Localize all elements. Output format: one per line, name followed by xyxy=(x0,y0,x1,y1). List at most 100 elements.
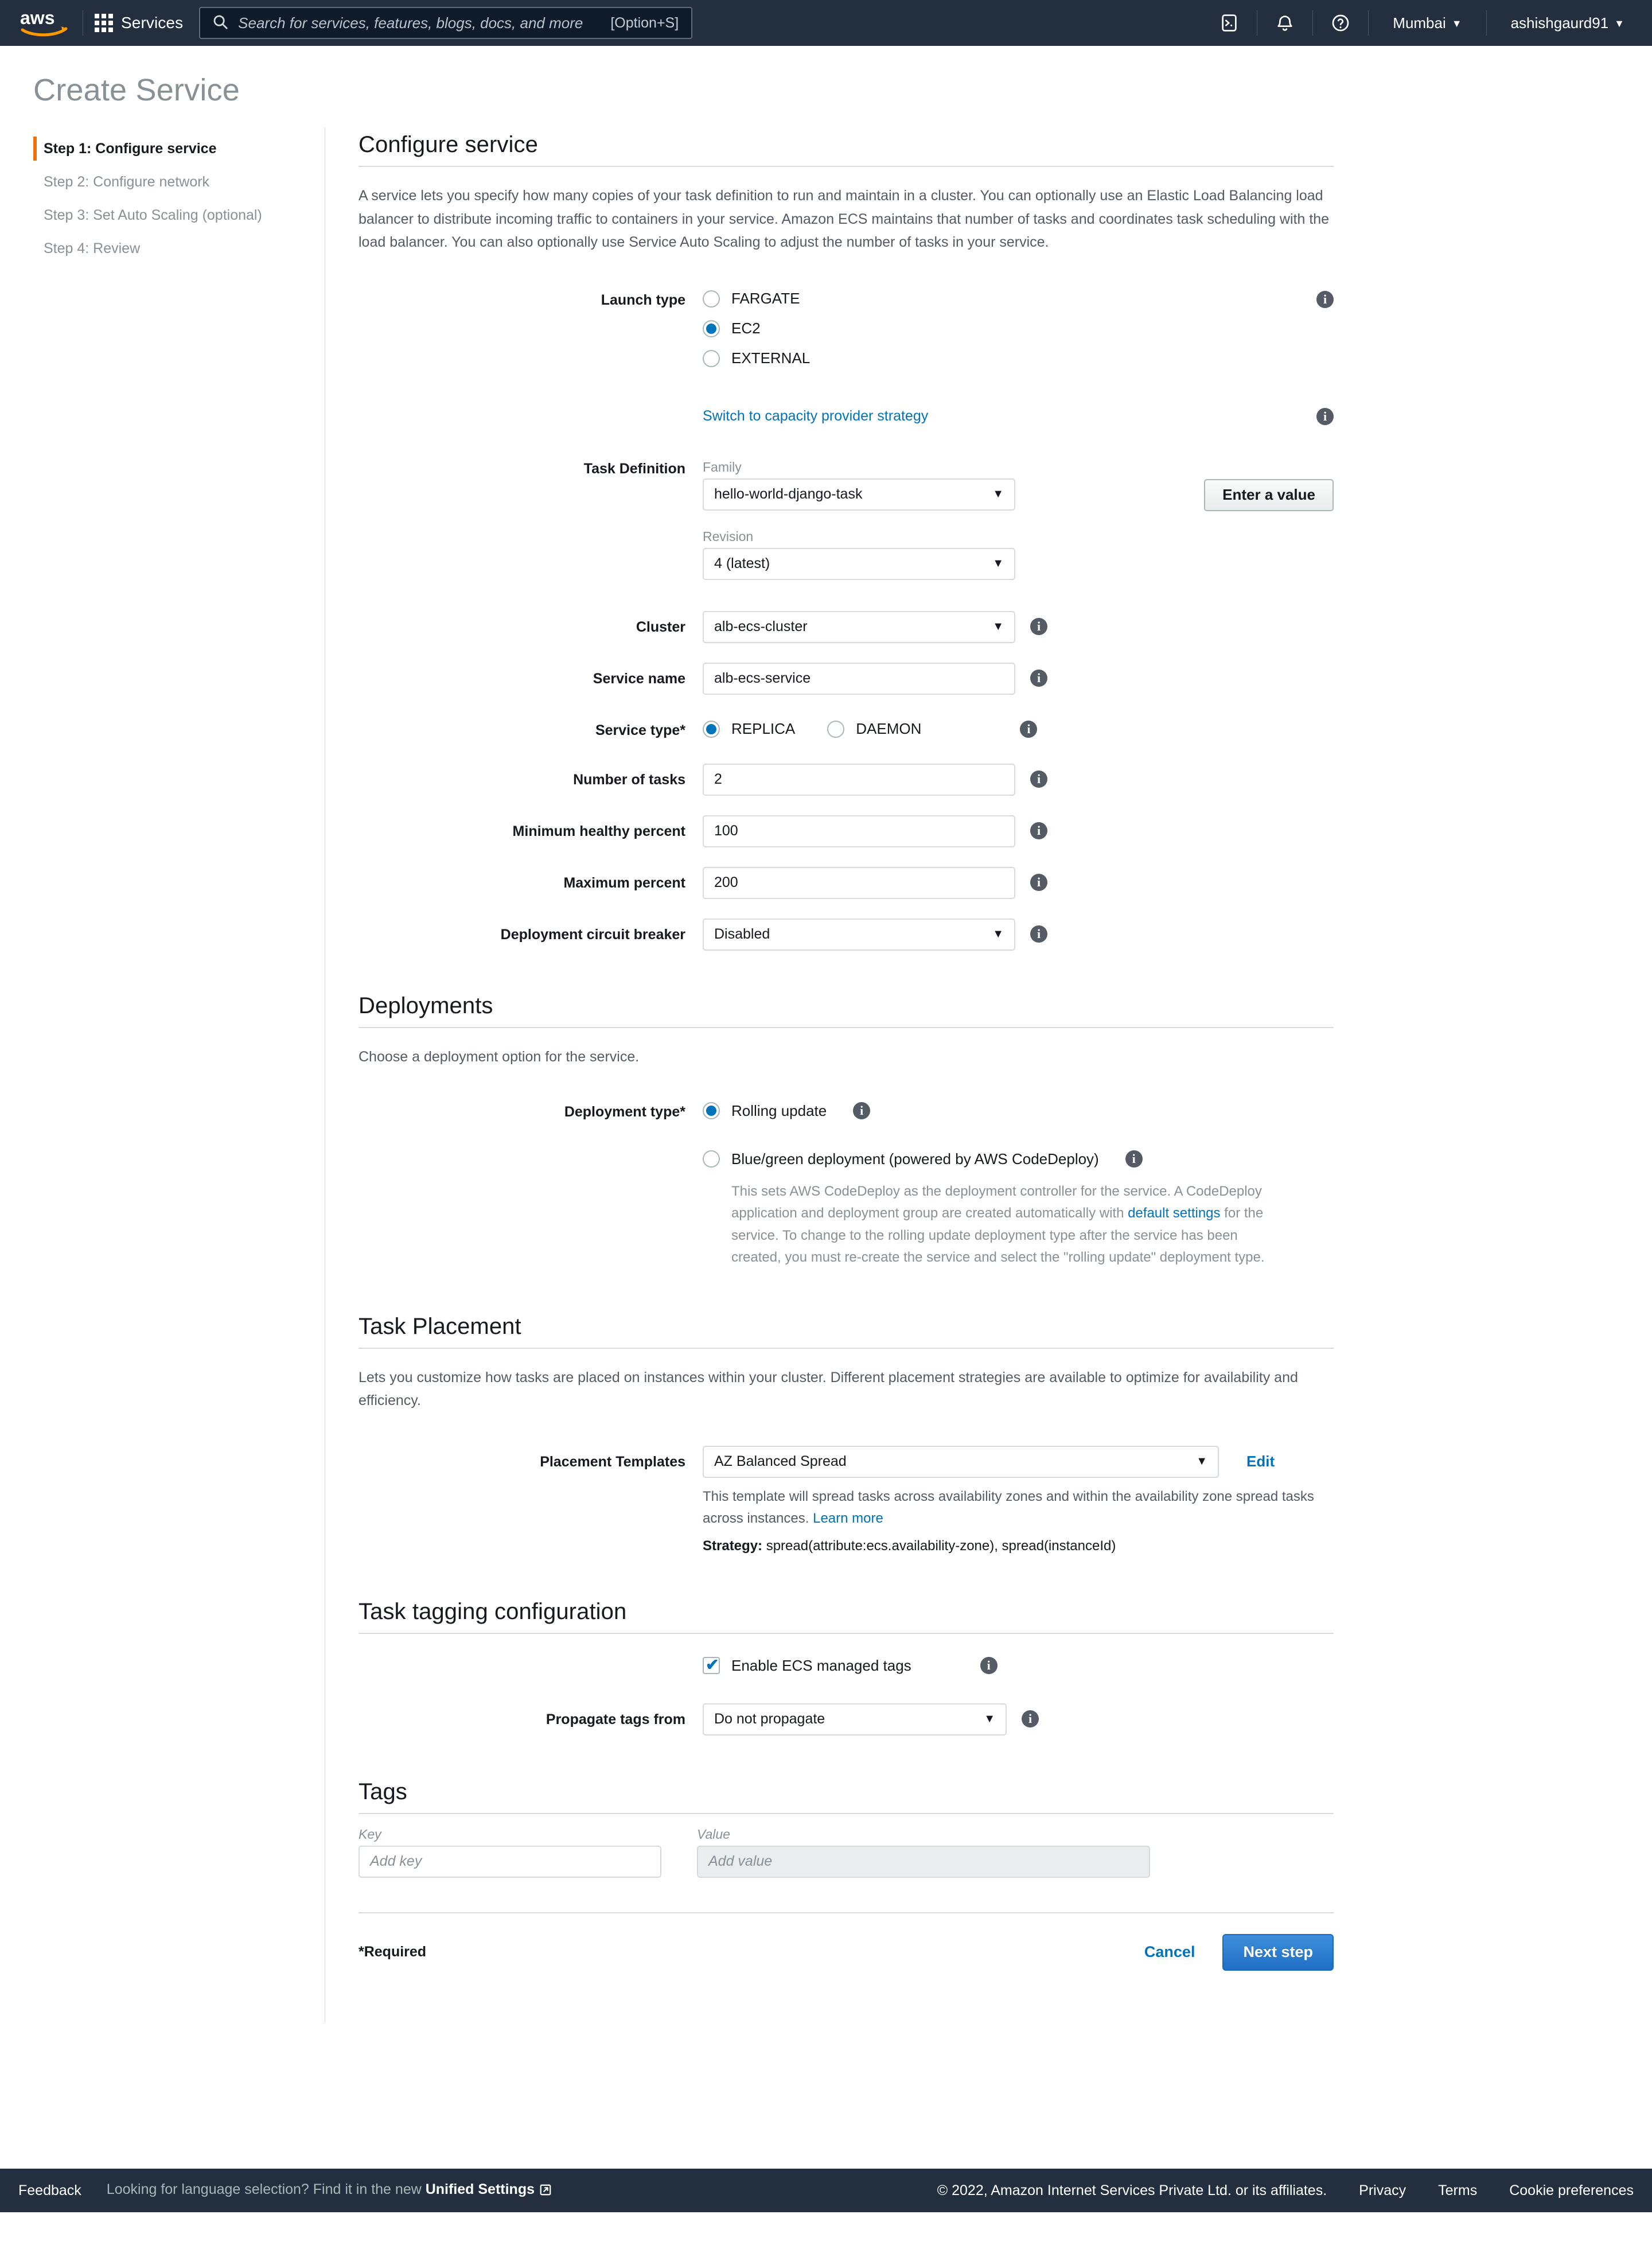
terms-link[interactable]: Terms xyxy=(1438,2182,1477,2199)
service-type-replica-label: REPLICA xyxy=(731,720,796,737)
deployment-type-option-rolling[interactable]: Rolling update i xyxy=(703,1096,871,1126)
radio-fargate[interactable] xyxy=(703,290,720,308)
svg-text:aws: aws xyxy=(20,8,54,28)
edit-placement-link[interactable]: Edit xyxy=(1246,1453,1275,1470)
deployment-circuit-breaker-select[interactable]: Disabled ▼ xyxy=(703,918,1015,951)
sidebar-step-4[interactable]: Step 4: Review xyxy=(33,232,325,265)
default-settings-link[interactable]: default settings xyxy=(1128,1205,1220,1221)
region-selector[interactable]: Mumbai ▼ xyxy=(1380,14,1474,32)
next-step-button[interactable]: Next step xyxy=(1222,1933,1334,1971)
number-of-tasks-row: Number of tasks 2 i xyxy=(359,763,1334,796)
cancel-button[interactable]: Cancel xyxy=(1144,1943,1195,1961)
service-name-value: alb-ecs-service xyxy=(714,670,811,686)
maximum-percent-input[interactable]: 200 xyxy=(703,866,1015,899)
launch-type-option-ec2[interactable]: EC2 xyxy=(703,314,761,344)
radio-rolling-update[interactable] xyxy=(703,1102,720,1119)
radio-ec2[interactable] xyxy=(703,320,720,337)
tag-key-column: Key Add key xyxy=(359,1827,661,1878)
sidebar-step-1[interactable]: Step 1: Configure service xyxy=(33,132,325,165)
services-menu-button[interactable]: Services xyxy=(95,14,183,32)
chevron-down-icon: ▼ xyxy=(992,557,1004,570)
grid-icon xyxy=(95,14,113,32)
sidebar-step-2[interactable]: Step 2: Configure network xyxy=(33,165,325,199)
global-search-box[interactable]: [Option+S] xyxy=(199,7,693,39)
managed-tags-info-icon[interactable]: i xyxy=(980,1657,998,1675)
managed-tags-spacer xyxy=(359,1657,703,1664)
nav-divider xyxy=(1368,10,1369,36)
section-rule xyxy=(359,1632,1334,1634)
launch-type-info-icon[interactable]: i xyxy=(1316,290,1334,308)
account-label: ashishgaurd91 xyxy=(1510,14,1609,32)
account-menu[interactable]: ashishgaurd91 ▼ xyxy=(1498,14,1637,32)
launch-type-fargate-label: FARGATE xyxy=(731,290,800,307)
minimum-healthy-percent-input[interactable]: 100 xyxy=(703,815,1015,847)
cluster-select[interactable]: alb-ecs-cluster ▼ xyxy=(703,610,1015,643)
section-rule xyxy=(359,166,1334,167)
radio-daemon[interactable] xyxy=(827,720,845,738)
chevron-down-icon: ▼ xyxy=(992,620,1004,633)
sidebar-step-4-label: Step 4: Review xyxy=(44,240,141,256)
launch-type-option-external[interactable]: EXTERNAL xyxy=(703,344,810,373)
capacity-provider-spacer xyxy=(359,404,703,411)
privacy-link[interactable]: Privacy xyxy=(1359,2182,1406,2199)
sidebar-step-3[interactable]: Step 3: Set Auto Scaling (optional) xyxy=(33,199,325,232)
sidebar-step-1-label: Step 1: Configure service xyxy=(44,141,217,157)
sidebar-step-3-label: Step 3: Set Auto Scaling (optional) xyxy=(44,207,262,223)
family-value: hello-world-django-task xyxy=(714,486,863,502)
service-name-label: Service name xyxy=(593,670,685,687)
placement-template-help: This template will spread tasks across a… xyxy=(703,1486,1322,1530)
rolling-update-info-icon[interactable]: i xyxy=(853,1102,871,1119)
tag-value-input[interactable]: Add value xyxy=(697,1845,1150,1878)
enable-ecs-managed-tags-checkbox[interactable] xyxy=(703,1655,720,1675)
placement-templates-select[interactable]: AZ Balanced Spread ▼ xyxy=(703,1445,1219,1478)
number-of-tasks-value: 2 xyxy=(714,771,722,787)
managed-tags-row: Enable ECS managed tags i xyxy=(359,1655,1334,1675)
cookie-preferences-link[interactable]: Cookie preferences xyxy=(1509,2182,1634,2199)
help-icon[interactable] xyxy=(1324,7,1357,39)
chevron-down-icon: ▼ xyxy=(1451,18,1462,29)
revision-select[interactable]: 4 (latest) ▼ xyxy=(703,547,1015,580)
maximum-percent-info-icon[interactable]: i xyxy=(1030,873,1047,891)
learn-more-link[interactable]: Learn more xyxy=(813,1511,883,1526)
minimum-healthy-percent-info-icon[interactable]: i xyxy=(1030,822,1047,839)
tag-key-header: Key xyxy=(359,1826,381,1842)
service-type-info-icon[interactable]: i xyxy=(1020,720,1038,738)
propagate-tags-select[interactable]: Do not propagate ▼ xyxy=(703,1703,1007,1735)
radio-external[interactable] xyxy=(703,349,720,367)
bluegreen-info-icon[interactable]: i xyxy=(1125,1150,1143,1168)
enter-a-value-button[interactable]: Enter a value xyxy=(1204,478,1334,511)
radio-replica[interactable] xyxy=(703,720,720,738)
deployment-type-option-bluegreen[interactable]: Blue/green deployment (powered by AWS Co… xyxy=(703,1144,1143,1174)
required-note: *Required xyxy=(359,1944,427,1960)
deployment-circuit-breaker-info-icon[interactable]: i xyxy=(1030,925,1047,943)
service-name-info-icon[interactable]: i xyxy=(1030,669,1047,687)
cluster-info-icon[interactable]: i xyxy=(1030,617,1047,635)
number-of-tasks-input[interactable]: 2 xyxy=(703,763,1015,796)
unified-settings-link[interactable]: Unified Settings xyxy=(426,2181,535,2197)
capacity-provider-info-icon[interactable]: i xyxy=(1316,407,1334,425)
notifications-icon[interactable] xyxy=(1269,7,1301,39)
bottom-bar: Feedback Looking for language selection?… xyxy=(0,2169,1652,2212)
tag-key-input[interactable]: Add key xyxy=(359,1845,661,1878)
switch-capacity-provider-link[interactable]: Switch to capacity provider strategy xyxy=(703,404,928,425)
search-input[interactable] xyxy=(237,13,611,33)
deployment-circuit-breaker-row: Deployment circuit breaker Disabled ▼ i xyxy=(359,918,1334,951)
task-definition-label: Task Definition xyxy=(583,460,685,477)
cluster-label: Cluster xyxy=(636,618,685,635)
service-type-row: Service type* REPLICA DAEMON i xyxy=(359,714,1334,744)
radio-bluegreen[interactable] xyxy=(703,1150,720,1168)
region-label: Mumbai xyxy=(1393,14,1446,32)
aws-logo[interactable]: aws xyxy=(18,7,71,39)
service-type-daemon-label: DAEMON xyxy=(856,720,922,737)
propagate-tags-info-icon[interactable]: i xyxy=(1022,1710,1039,1727)
launch-type-option-fargate[interactable]: FARGATE xyxy=(703,284,800,314)
configure-service-heading: Configure service xyxy=(359,132,538,157)
page-body: Create Service Step 1: Configure service… xyxy=(0,46,1652,2169)
number-of-tasks-info-icon[interactable]: i xyxy=(1030,770,1047,788)
cloudshell-icon[interactable] xyxy=(1213,7,1245,39)
service-name-input[interactable]: alb-ecs-service xyxy=(703,662,1015,695)
family-select[interactable]: hello-world-django-task ▼ xyxy=(703,478,1015,511)
form-footer-rule xyxy=(359,1912,1334,1913)
launch-type-label: Launch type xyxy=(601,291,685,308)
feedback-link[interactable]: Feedback xyxy=(18,2182,81,2199)
